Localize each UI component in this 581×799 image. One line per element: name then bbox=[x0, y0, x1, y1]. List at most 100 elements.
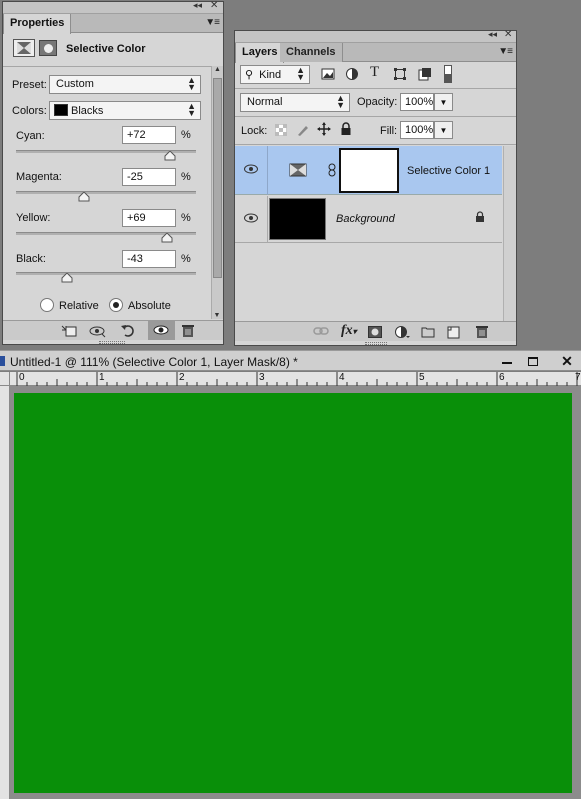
scroll-up-icon[interactable]: ▲ bbox=[212, 66, 223, 73]
layer-name[interactable]: Background bbox=[336, 213, 395, 225]
blend-mode-value: Normal bbox=[247, 96, 283, 108]
clip-to-layer-icon[interactable] bbox=[61, 324, 77, 341]
percent-sign: % bbox=[181, 171, 191, 183]
lock-position-icon[interactable] bbox=[317, 122, 331, 139]
vertical-ruler[interactable] bbox=[0, 386, 10, 799]
type-filter-icon[interactable]: T bbox=[370, 64, 379, 81]
adjustment-filter-icon[interactable] bbox=[345, 67, 359, 84]
maximize-button[interactable] bbox=[518, 351, 548, 371]
cyan-input[interactable]: +72 bbox=[122, 126, 176, 144]
radio-relative[interactable] bbox=[40, 298, 54, 312]
tab-channels[interactable]: Channels bbox=[280, 43, 343, 62]
lock-icon bbox=[475, 211, 485, 226]
visibility-eye-icon[interactable] bbox=[244, 213, 258, 226]
ruler-label: 1 bbox=[99, 372, 105, 383]
colors-dropdown[interactable]: Blacks ▲ ▼ bbox=[49, 101, 201, 120]
delete-layer-icon[interactable] bbox=[475, 325, 489, 342]
shape-filter-icon[interactable] bbox=[393, 67, 407, 84]
fill-label: Fill: bbox=[380, 125, 398, 137]
link-layers-icon[interactable] bbox=[313, 326, 329, 339]
close-icon[interactable]: ✕ bbox=[210, 0, 218, 11]
ruler-label: 4 bbox=[339, 372, 345, 383]
layer-row-background[interactable]: Background bbox=[235, 196, 502, 243]
radio-absolute-label: Absolute bbox=[128, 300, 171, 312]
panel-title: Selective Color bbox=[66, 43, 146, 55]
lock-image-icon[interactable] bbox=[296, 123, 310, 140]
opacity-label: Opacity: bbox=[357, 96, 398, 108]
fill-input[interactable]: 100% bbox=[400, 121, 434, 139]
divider bbox=[235, 88, 516, 89]
layer-row-selective-color[interactable]: Selective Color 1 bbox=[235, 146, 502, 195]
close-icon[interactable]: ✕ bbox=[504, 29, 512, 40]
ruler-label: 5 bbox=[419, 372, 425, 383]
scroll-thumb[interactable] bbox=[213, 78, 222, 278]
divider bbox=[3, 66, 211, 67]
close-button[interactable]: ✕ bbox=[552, 351, 581, 371]
ruler-ticks bbox=[16, 372, 578, 386]
reset-icon[interactable] bbox=[120, 323, 136, 341]
collapse-icon[interactable]: ◂◂ bbox=[193, 0, 202, 11]
layers-scrollbar[interactable] bbox=[503, 146, 516, 321]
new-layer-icon[interactable] bbox=[447, 325, 461, 342]
panel-menu-icon[interactable]: ▼≡ bbox=[205, 17, 220, 28]
ruler-label: 7 bbox=[575, 372, 581, 383]
slider-track[interactable] bbox=[16, 272, 196, 275]
selective-color-adjustment-icon bbox=[289, 163, 307, 180]
resize-grip[interactable] bbox=[365, 342, 387, 345]
layer-divider bbox=[267, 196, 268, 243]
fill-dropdown-button[interactable]: ▼ bbox=[434, 121, 453, 139]
yellow-input[interactable]: +69 bbox=[122, 209, 176, 227]
horizontal-ruler[interactable]: 0 1 2 3 4 5 6 7 bbox=[10, 372, 581, 386]
new-adjustment-icon[interactable] bbox=[394, 325, 410, 342]
layer-name[interactable]: Selective Color 1 bbox=[407, 165, 490, 177]
black-input[interactable]: -43 bbox=[122, 250, 176, 268]
color-swatch bbox=[54, 104, 68, 116]
opacity-dropdown-button[interactable]: ▼ bbox=[434, 93, 453, 111]
collapse-icon[interactable]: ◂◂ bbox=[488, 29, 497, 40]
visibility-icon[interactable] bbox=[148, 321, 175, 340]
tab-properties[interactable]: Properties bbox=[3, 14, 72, 34]
add-mask-icon[interactable] bbox=[368, 326, 382, 341]
fx-icon[interactable]: fx▾ bbox=[341, 323, 357, 339]
layers-tabbar: Layers Channels ▼≡ bbox=[235, 43, 516, 63]
adjustment-icon[interactable] bbox=[13, 39, 35, 57]
preset-value: Custom bbox=[56, 78, 94, 90]
lock-transparent-icon[interactable] bbox=[274, 123, 288, 139]
slider-label: Black: bbox=[16, 253, 46, 265]
new-group-icon[interactable] bbox=[421, 326, 435, 341]
filter-kind-dropdown[interactable]: ⚲ Kind ▲ ▼ bbox=[240, 65, 310, 84]
scrollbar[interactable]: ▲ ▼ bbox=[211, 66, 223, 319]
smart-object-filter-icon[interactable] bbox=[418, 67, 432, 84]
colors-value: Blacks bbox=[71, 105, 104, 117]
divider bbox=[235, 116, 516, 117]
magenta-input[interactable]: -25 bbox=[122, 168, 176, 186]
slider-track[interactable] bbox=[16, 191, 196, 194]
visibility-eye-icon[interactable] bbox=[244, 164, 258, 177]
chevron-updown-icon: ▲ ▼ bbox=[187, 101, 196, 118]
layers-footer: fx▾ bbox=[235, 321, 516, 341]
document-titlebar[interactable]: Untitled-1 @ 111% (Selective Color 1, La… bbox=[0, 350, 581, 371]
panel-menu-icon[interactable]: ▼≡ bbox=[498, 46, 513, 57]
scroll-down-icon[interactable]: ▼ bbox=[212, 312, 222, 319]
layer-thumbnail[interactable] bbox=[269, 198, 326, 240]
ruler-label: 6 bbox=[499, 372, 505, 383]
layers-panel: ◂◂ ✕ Layers Channels ▼≡ ⚲ Kind ▲ ▼ T Norm… bbox=[234, 29, 517, 346]
document-canvas[interactable] bbox=[14, 393, 572, 793]
radio-relative-label: Relative bbox=[59, 300, 99, 312]
lock-all-icon[interactable] bbox=[340, 122, 352, 139]
tab-layers[interactable]: Layers bbox=[235, 43, 285, 63]
opacity-input[interactable]: 100% bbox=[400, 93, 434, 111]
layer-mask-thumbnail[interactable] bbox=[339, 148, 399, 193]
radio-absolute[interactable] bbox=[109, 298, 123, 312]
layer-mask-icon[interactable] bbox=[39, 40, 57, 56]
filter-toggle-icon[interactable] bbox=[444, 65, 452, 83]
delete-icon[interactable] bbox=[181, 324, 195, 341]
pixel-filter-icon[interactable] bbox=[321, 68, 335, 83]
view-previous-icon[interactable] bbox=[89, 324, 107, 341]
ruler-corner bbox=[0, 372, 10, 386]
blend-mode-dropdown[interactable]: Normal ▲ ▼ bbox=[240, 93, 350, 112]
preset-dropdown[interactable]: Custom ▲ ▼ bbox=[49, 75, 201, 94]
chain-link-icon[interactable] bbox=[328, 163, 336, 180]
chevron-updown-icon: ▲ ▼ bbox=[187, 75, 196, 92]
resize-grip[interactable] bbox=[99, 341, 125, 344]
